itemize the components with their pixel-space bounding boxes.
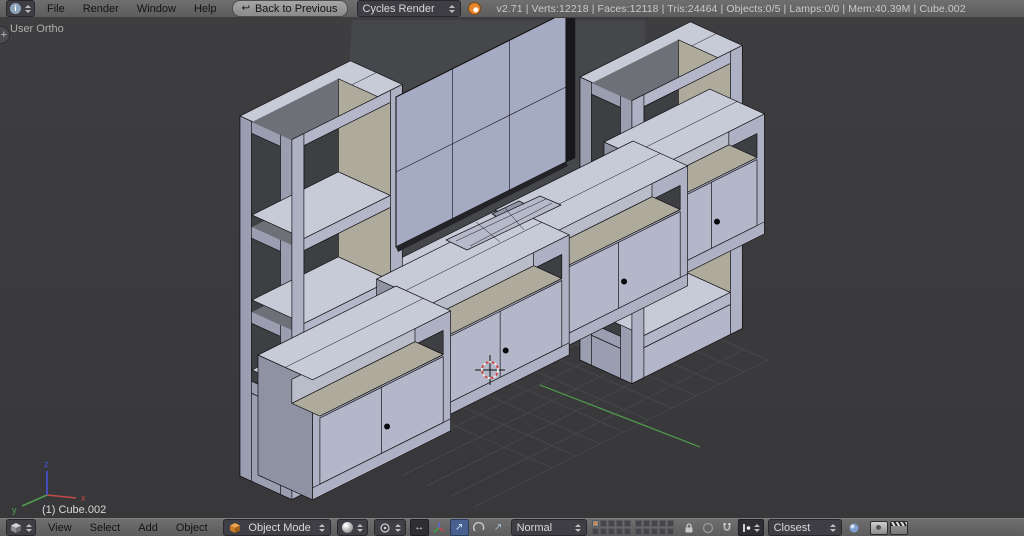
menu-render[interactable]: Render: [74, 3, 128, 15]
snap-element-button[interactable]: [737, 519, 764, 536]
engine-spinner-arrows: [448, 4, 455, 13]
layer-toggle[interactable]: [642, 520, 650, 527]
layer-toggle[interactable]: [607, 528, 615, 535]
orientation-value: Normal: [516, 521, 553, 534]
pivot-point-select[interactable]: [373, 519, 406, 536]
snap-element-icon: [742, 523, 750, 532]
menu-add[interactable]: Add: [129, 522, 167, 534]
menu-view[interactable]: View: [39, 522, 81, 534]
object-mode-cube-icon: [229, 522, 240, 533]
view3d-header: View Select Add Object Object Mode ↔ ↗ ↗…: [0, 518, 1024, 536]
layer-toggle[interactable]: [658, 528, 666, 535]
axis-label: x: [81, 493, 86, 503]
snap-element-spinner-arrows: [753, 523, 760, 532]
viewport-shading-select[interactable]: [336, 519, 368, 536]
editor-spinner-arrows: [25, 4, 31, 13]
layer-toggle[interactable]: [623, 528, 631, 535]
layer-toggle[interactable]: [650, 520, 658, 527]
manipulator-axes-button[interactable]: [431, 520, 448, 535]
active-object-label: (1) Cube.002: [42, 504, 107, 516]
back-to-previous-button[interactable]: ↩ Back to Previous: [231, 0, 348, 17]
snap-toggle-button[interactable]: [719, 520, 736, 535]
layers-widget-right[interactable]: [634, 520, 674, 535]
layer-toggle[interactable]: [607, 520, 615, 527]
axis-tripod-icon: [433, 522, 445, 533]
orientation-spinner-arrows: [574, 523, 581, 532]
layer-toggle[interactable]: [623, 520, 631, 527]
mode-spinner-arrows: [318, 523, 325, 532]
info-header: i File Render Window Help ↩ Back to Prev…: [0, 0, 1024, 18]
layer-toggle[interactable]: [666, 528, 674, 535]
info-editor-icon: i: [10, 3, 21, 14]
snap-target-spinner-arrows: [829, 523, 836, 532]
snap-target-value: Closest: [773, 521, 811, 534]
pivot-point-icon: [380, 522, 390, 533]
magnet-icon: [723, 522, 731, 531]
menu-help[interactable]: Help: [185, 3, 226, 15]
scale-arrow-icon: ↗: [493, 521, 503, 533]
editor-type-button-3d[interactable]: [6, 519, 36, 536]
manipulator-icon: ↔: [414, 521, 425, 533]
viewport-3d[interactable]: xyz User Ortho (1) Cube.002 +: [0, 18, 1024, 518]
shading-spinner-arrows: [356, 523, 363, 532]
viewport-scene[interactable]: x y z: [0, 18, 1024, 518]
view-mode-label: User Ortho: [10, 23, 64, 35]
manipulator-toggle-button[interactable]: ↔: [409, 519, 429, 536]
lock-icon: [685, 522, 693, 532]
layer-toggle[interactable]: [642, 528, 650, 535]
menu-window[interactable]: Window: [128, 3, 185, 15]
menu-select[interactable]: Select: [81, 522, 130, 534]
layer-toggle[interactable]: [666, 520, 674, 527]
lock-to-scene-button[interactable]: [681, 520, 698, 535]
menu-object[interactable]: Object: [167, 522, 217, 534]
menu-file[interactable]: File: [38, 3, 74, 15]
render-engine-select[interactable]: Cycles Render: [356, 0, 461, 17]
translate-arrow-icon: ↗: [454, 521, 464, 533]
mode-value: Object Mode: [248, 521, 311, 534]
snap-align-button[interactable]: [846, 520, 863, 535]
layers-widget-left[interactable]: [591, 520, 631, 535]
axis-label: z: [44, 459, 49, 469]
editor-type-button[interactable]: i: [6, 0, 35, 17]
layer-toggle[interactable]: [615, 528, 623, 535]
snap-target-select[interactable]: Closest: [767, 519, 842, 536]
proportional-circle-icon: [702, 522, 714, 533]
layer-toggle[interactable]: [658, 520, 666, 527]
scale-manipulator-button[interactable]: ↗: [490, 520, 507, 535]
layer-toggle[interactable]: [634, 528, 642, 535]
back-arrow-icon: ↩: [241, 2, 250, 14]
layer-toggle[interactable]: [599, 520, 607, 527]
opengl-render-button[interactable]: [869, 520, 888, 535]
snap-align-icon: [849, 523, 859, 532]
mode-select[interactable]: Object Mode: [222, 519, 331, 536]
shading-sphere-icon: [341, 522, 353, 533]
back-to-previous-label: Back to Previous: [254, 2, 338, 15]
layer-toggle[interactable]: [591, 528, 599, 535]
layer-toggle[interactable]: [634, 520, 642, 527]
rotate-manipulator-button[interactable]: [471, 520, 488, 535]
rotate-arc-icon: [473, 521, 485, 531]
axis-label: y: [12, 505, 17, 515]
opengl-render-animation-button[interactable]: [889, 520, 908, 535]
editor-spinner-arrows-3d: [26, 523, 32, 532]
layer-toggle[interactable]: [591, 520, 599, 527]
blender-logo-icon: [467, 2, 481, 15]
layer-toggle[interactable]: [650, 528, 658, 535]
translate-manipulator-button[interactable]: ↗: [449, 519, 469, 536]
layer-toggle[interactable]: [615, 520, 623, 527]
layer-toggle[interactable]: [599, 528, 607, 535]
viewport-editor-icon: [11, 522, 21, 533]
orientation-select[interactable]: Normal: [510, 519, 587, 536]
proportional-editing-button[interactable]: [700, 520, 717, 535]
render-engine-value: Cycles Render: [362, 2, 435, 15]
scene-stats: v2.71 | Verts:12218 | Faces:12118 | Tris…: [496, 2, 966, 15]
pivot-spinner-arrows: [394, 523, 401, 532]
